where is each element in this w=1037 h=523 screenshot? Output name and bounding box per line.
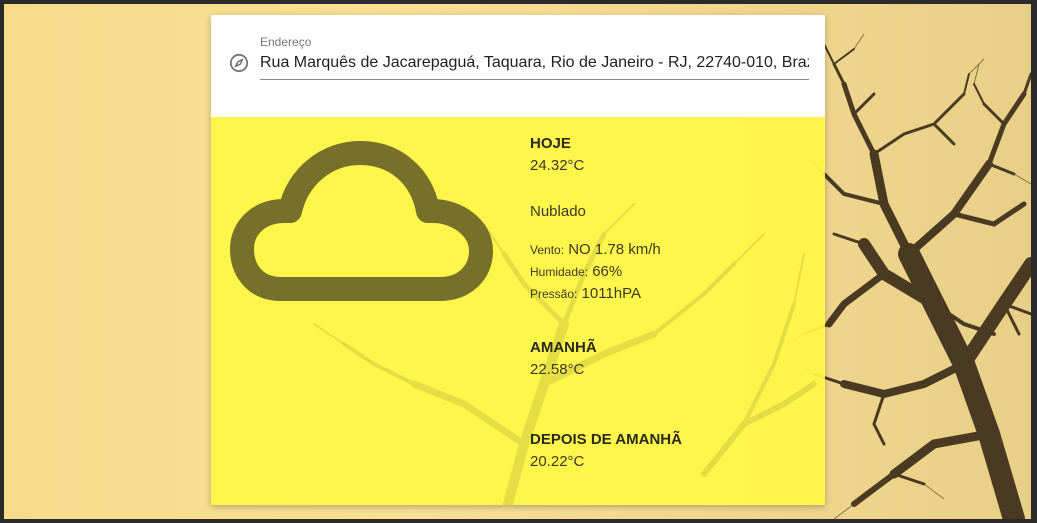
compass-icon (229, 53, 249, 73)
address-input[interactable]: Rua Marquês de Jacarepaguá, Taquara, Rio… (260, 52, 809, 80)
weather-card: Endereço Rua Marquês de Jacarepaguá, Taq… (211, 15, 825, 505)
humidity-value: 66% (592, 263, 623, 280)
humidity-label: Humidade: (530, 265, 589, 279)
cloud-icon (230, 141, 493, 301)
address-panel: Endereço Rua Marquês de Jacarepaguá, Taq… (211, 15, 825, 117)
pressure-row: Pressão: 1011hPA (530, 283, 661, 305)
forecast-panel: HOJE 24.32°C Nublado Vento: NO 1.78 km/h… (211, 117, 825, 505)
pressure-value: 1011hPA (581, 285, 642, 302)
weather-description: Nublado (530, 203, 586, 220)
today-forecast: HOJE 24.32°C (530, 135, 584, 174)
wind-row: Vento: NO 1.78 km/h (530, 239, 661, 261)
tomorrow-title: AMANHÃ (530, 339, 597, 356)
tomorrow-forecast: AMANHÃ 22.58°C (530, 339, 597, 378)
weather-details: Vento: NO 1.78 km/h Humidade: 66% Pressã… (530, 239, 661, 305)
after-tomorrow-temperature: 20.22°C (530, 453, 585, 470)
after-tomorrow-forecast: DEPOIS DE AMANHÃ 20.22°C (530, 431, 682, 470)
pressure-label: Pressão: (530, 287, 578, 301)
humidity-row: Humidade: 66% (530, 261, 661, 283)
after-tomorrow-title: DEPOIS DE AMANHÃ (530, 431, 682, 448)
page-background: Endereço Rua Marquês de Jacarepaguá, Taq… (4, 4, 1031, 519)
wind-label: Vento: (530, 243, 565, 257)
tomorrow-temperature: 22.58°C (530, 361, 585, 378)
today-title: HOJE (530, 135, 571, 152)
wind-value: NO 1.78 km/h (568, 241, 661, 258)
today-temperature: 24.32°C (530, 157, 585, 174)
address-label: Endereço (260, 35, 312, 49)
